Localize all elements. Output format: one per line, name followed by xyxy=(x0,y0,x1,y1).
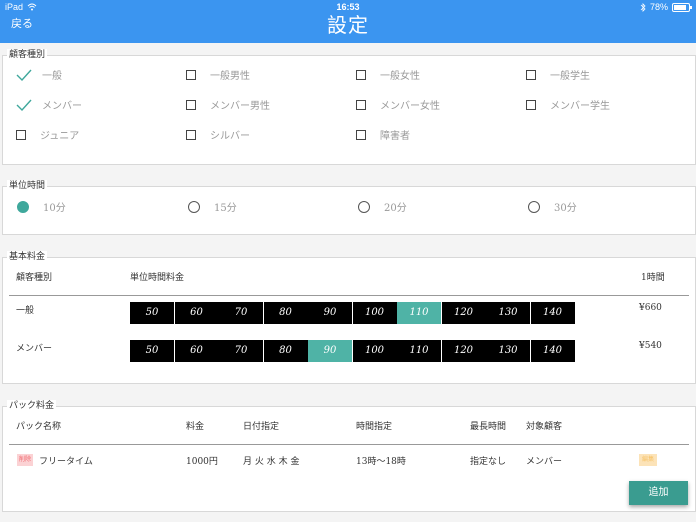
unit-time-option[interactable]: 10分 xyxy=(17,199,66,214)
page-title: 設定 xyxy=(327,13,369,37)
pack-time: 13時〜18時 xyxy=(356,457,406,467)
option-label: メンバー xyxy=(42,101,82,112)
rate-button[interactable]: 140 xyxy=(530,340,575,362)
rate-button[interactable]: 60 xyxy=(174,340,219,362)
customer-type-option[interactable]: 一般男性 xyxy=(186,67,250,82)
header-divider xyxy=(9,295,689,296)
pack-max-time: 指定なし xyxy=(470,457,507,467)
option-label: 一般学生 xyxy=(550,71,590,82)
customer-type-option[interactable]: 一般学生 xyxy=(526,67,590,82)
customer-type-option[interactable]: シルバー xyxy=(186,127,250,142)
customer-type-option[interactable]: 障害者 xyxy=(356,127,410,142)
header-divider xyxy=(9,444,689,445)
option-label: ジュニア xyxy=(40,131,80,142)
customer-type-option[interactable]: 一般 xyxy=(16,67,62,82)
checkbox[interactable] xyxy=(526,99,536,110)
pack-target: メンバー xyxy=(526,457,563,467)
pack-name: フリータイム xyxy=(39,457,93,467)
rate-button[interactable]: 70 xyxy=(219,340,263,362)
option-label: 一般 xyxy=(42,71,62,82)
col-max-time: 最長時間 xyxy=(470,422,507,432)
customer-type-name: メンバー xyxy=(16,344,53,354)
add-button[interactable]: 追加 xyxy=(629,481,688,505)
rate-button[interactable]: 70 xyxy=(219,302,263,324)
customer-type-option[interactable]: 一般女性 xyxy=(356,67,420,82)
option-label: 15分 xyxy=(214,203,237,214)
customer-types-section: 顧客種別 一般 一般男性 一般女性 一般学生メンバー メンバー男性 メンバー女性 メンバー学… xyxy=(2,49,696,165)
option-label: 一般男性 xyxy=(210,71,250,82)
col-price: 料金 xyxy=(186,422,205,432)
rate-button[interactable]: 100 xyxy=(352,340,397,362)
rate-button[interactable]: 90 xyxy=(308,302,352,324)
customer-type-option[interactable]: メンバー xyxy=(16,97,82,112)
rate-button[interactable]: 130 xyxy=(486,340,530,362)
checkmark-icon xyxy=(16,99,32,111)
rate-button[interactable]: 120 xyxy=(441,340,486,362)
customer-type-option[interactable]: メンバー女性 xyxy=(356,97,440,112)
one-hour-price: ¥660 xyxy=(639,303,662,313)
checkbox[interactable] xyxy=(526,69,536,80)
option-label: メンバー男性 xyxy=(210,101,270,112)
rate-button[interactable]: 140 xyxy=(530,302,575,324)
col-target: 対象顧客 xyxy=(526,422,563,432)
navigation-bar: iPad 16:53 78% 戻る 設定 xyxy=(0,0,696,43)
checkbox[interactable] xyxy=(16,129,26,140)
rate-button[interactable]: 50 xyxy=(130,340,174,362)
customer-type-option[interactable]: メンバー学生 xyxy=(526,97,610,112)
section-legend: 単位時間 xyxy=(7,180,48,192)
customer-type-option[interactable]: ジュニア xyxy=(16,127,79,142)
option-label: 障害者 xyxy=(380,131,410,142)
option-label: 一般女性 xyxy=(380,71,420,82)
checkbox[interactable] xyxy=(356,69,366,80)
rate-button[interactable]: 130 xyxy=(486,302,530,324)
rate-button[interactable]: 80 xyxy=(263,302,308,324)
rate-button[interactable]: 110 xyxy=(397,340,441,362)
option-label: シルバー xyxy=(210,131,250,142)
radio-button[interactable] xyxy=(528,200,540,213)
customer-type-name: 一般 xyxy=(16,306,35,316)
option-label: 30分 xyxy=(554,203,577,214)
pack-fee-section: パック料金 パック名称 料金 日付指定 時間指定 最長時間 対象顧客 削除 フリ… xyxy=(2,400,696,512)
unit-time-section: 単位時間 10分 15分 20分 30分 xyxy=(2,180,696,235)
unit-time-option[interactable]: 15分 xyxy=(188,199,237,214)
col-one-hour: 1時間 xyxy=(641,273,665,283)
checkbox[interactable] xyxy=(356,99,366,110)
rate-button[interactable]: 60 xyxy=(174,302,219,324)
checkbox[interactable] xyxy=(186,129,196,140)
col-date: 日付指定 xyxy=(243,422,280,432)
rate-button[interactable]: 80 xyxy=(263,340,308,362)
radio-button[interactable] xyxy=(17,200,29,213)
rate-button[interactable]: 120 xyxy=(441,302,486,324)
checkbox[interactable] xyxy=(186,99,196,110)
col-time: 時間指定 xyxy=(356,422,393,432)
option-label: メンバー女性 xyxy=(380,101,440,112)
rate-button[interactable]: 50 xyxy=(130,302,174,324)
pack-price: 1000円 xyxy=(186,457,218,467)
option-label: 10分 xyxy=(43,203,66,214)
rate-button[interactable]: 100 xyxy=(352,302,397,324)
rate-button[interactable]: 90 xyxy=(308,340,352,362)
delete-button[interactable]: 削除 xyxy=(17,454,33,466)
basic-fee-section: 基本料金 顧客種別 単位時間料金 1時間 一般 50 60 70 80 90 100 110 1… xyxy=(2,251,696,384)
checkbox[interactable] xyxy=(186,69,196,80)
unit-time-option[interactable]: 30分 xyxy=(528,199,577,214)
section-legend: 顧客種別 xyxy=(7,49,48,61)
radio-button[interactable] xyxy=(358,200,370,213)
edit-button[interactable]: 編集 xyxy=(639,454,657,466)
one-hour-price: ¥540 xyxy=(639,341,662,351)
section-legend: パック料金 xyxy=(7,400,57,412)
option-label: 20分 xyxy=(384,203,407,214)
checkmark-icon xyxy=(16,69,32,81)
checkbox[interactable] xyxy=(356,129,366,140)
pack-date: 月 火 水 木 金 xyxy=(243,457,300,467)
customer-type-option[interactable]: メンバー男性 xyxy=(186,97,270,112)
col-unit-rate: 単位時間料金 xyxy=(130,273,185,283)
col-customer-type: 顧客種別 xyxy=(16,273,53,283)
radio-button[interactable] xyxy=(188,200,200,213)
col-pack-name: パック名称 xyxy=(16,422,62,432)
section-legend: 基本料金 xyxy=(7,251,48,263)
unit-time-option[interactable]: 20分 xyxy=(358,199,407,214)
option-label: メンバー学生 xyxy=(550,101,610,112)
rate-button[interactable]: 110 xyxy=(397,302,441,324)
